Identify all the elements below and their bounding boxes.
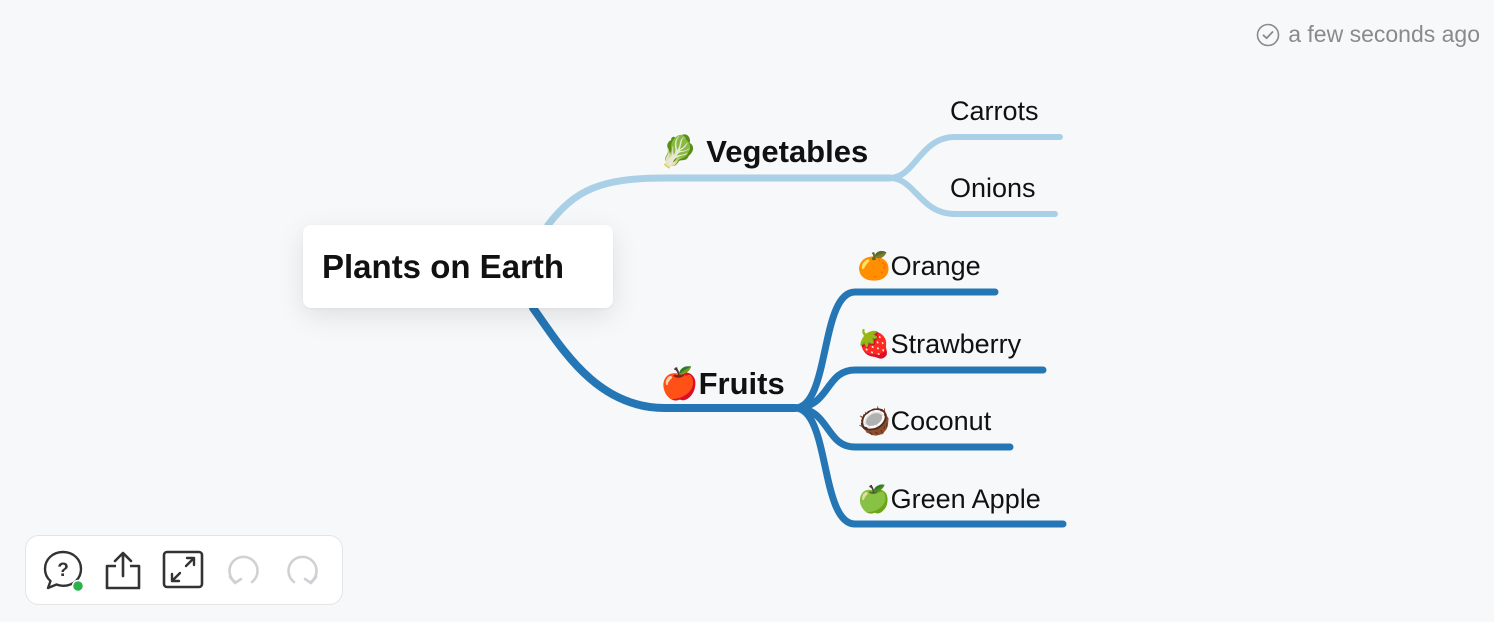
bottom-toolbar: ? [25, 535, 343, 605]
leaf-label-strawberry: Strawberry [890, 329, 1022, 359]
green-apple-emoji-icon: 🍏 [857, 484, 891, 514]
connector-vegetables-carrots [887, 134, 1063, 181]
leaf-node-onions[interactable]: Onions [950, 173, 1036, 204]
branch-label-fruits: Fruits [698, 366, 785, 401]
mindmap-canvas[interactable]: a few seconds ago Plants on Earth 🥬 Vege… [0, 0, 1494, 622]
save-status: a few seconds ago [1256, 21, 1480, 48]
branch-node-vegetables[interactable]: 🥬 Vegetables [659, 133, 868, 170]
leaf-node-strawberry[interactable]: 🍓Strawberry [857, 328, 1021, 360]
check-circle-icon [1256, 23, 1280, 46]
strawberry-emoji-icon: 🍓 [857, 329, 891, 359]
connector-layer [529, 134, 1067, 528]
save-status-text: a few seconds ago [1288, 21, 1480, 47]
redo-button[interactable] [282, 549, 324, 591]
root-node[interactable]: Plants on Earth [303, 225, 613, 308]
fit-screen-icon [162, 550, 204, 589]
leaf-node-orange[interactable]: 🍊Orange [857, 250, 981, 282]
leaf-label-green-apple: Green Apple [890, 484, 1041, 514]
leaf-node-carrots[interactable]: Carrots [950, 96, 1039, 127]
fit-screen-button[interactable] [162, 549, 204, 591]
leaf-label-orange: Orange [890, 251, 981, 281]
undo-button[interactable] [222, 549, 264, 591]
leaf-label-coconut: Coconut [890, 406, 992, 436]
share-button[interactable] [102, 549, 144, 591]
leaf-node-green-apple[interactable]: 🍏Green Apple [857, 483, 1041, 515]
connector-root-vegetables [544, 174, 894, 229]
branch-node-fruits[interactable]: 🍎Fruits [660, 365, 785, 402]
orange-emoji-icon: 🍊 [857, 251, 891, 281]
redo-icon [287, 555, 318, 585]
svg-text:?: ? [57, 560, 69, 581]
undo-icon [228, 555, 259, 585]
lettuce-emoji-icon: 🥬 [659, 134, 698, 169]
online-status-dot [71, 579, 84, 591]
share-icon [105, 551, 141, 590]
leaf-label-carrots: Carrots [950, 96, 1039, 126]
red-apple-emoji-icon: 🍎 [660, 366, 699, 401]
leaf-label-onions: Onions [950, 173, 1036, 203]
branch-label-vegetables: Vegetables [706, 134, 869, 169]
leaf-node-coconut[interactable]: 🥥Coconut [857, 405, 991, 437]
root-node-label: Plants on Earth [322, 247, 565, 285]
coconut-emoji-icon: 🥥 [857, 406, 891, 436]
help-button[interactable]: ? [42, 549, 84, 591]
connector-fruits-strawberry [791, 366, 1047, 412]
help-chat-icon: ? [43, 550, 84, 591]
